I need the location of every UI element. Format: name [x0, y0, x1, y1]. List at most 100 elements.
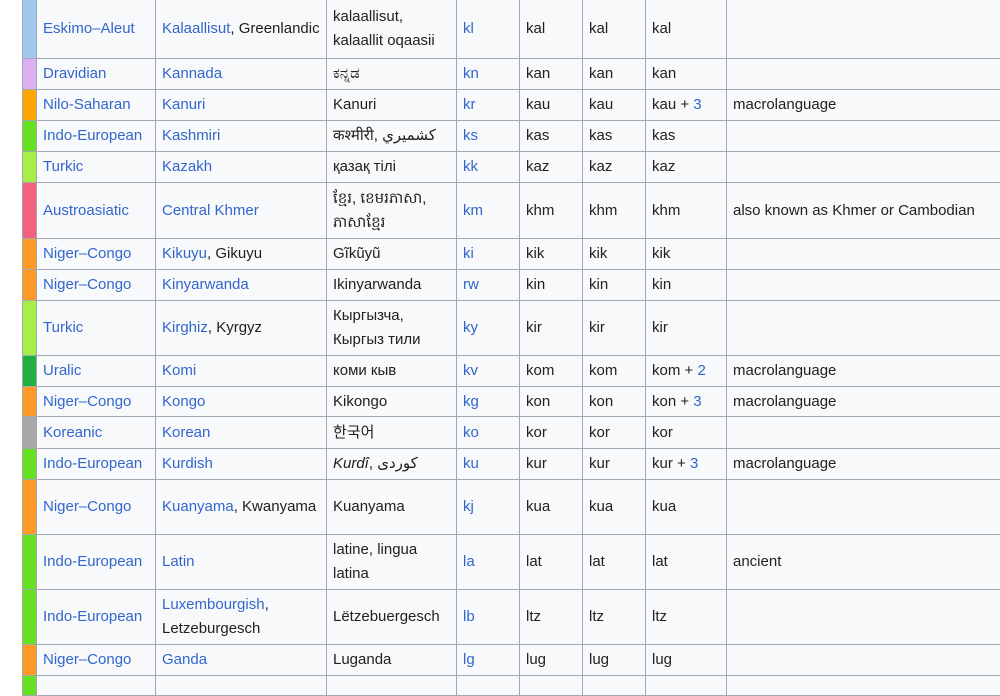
native-name-text: Gĩkũyũ	[333, 245, 381, 262]
language-family-link[interactable]: Indo-European	[43, 553, 142, 570]
iso-639-3-cell: kom + 2	[646, 356, 727, 387]
iso-639-2b-cell: kua	[583, 480, 646, 535]
language-name-link[interactable]: Kirghiz	[162, 319, 208, 336]
language-family-link[interactable]: Niger–Congo	[43, 651, 131, 668]
iso-639-1-code-link[interactable]: lg	[463, 651, 475, 668]
language-name-link[interactable]: Kannada	[162, 65, 222, 82]
iso-639-1-code-link[interactable]: kk	[463, 158, 478, 175]
individual-languages-count-link[interactable]: 3	[690, 455, 698, 472]
iso-639-1-cell: kr	[457, 90, 520, 121]
table-row: Nilo-SaharanKanuriKanurikrkaukaukau + 3m…	[23, 90, 1000, 121]
iso-639-2b-cell: kur	[583, 449, 646, 480]
iso-639-2b-cell	[583, 676, 646, 696]
language-name-cell: Latin	[156, 535, 327, 590]
iso-639-1-code-link[interactable]: kr	[463, 96, 476, 113]
iso-639-2t-cell: kas	[520, 121, 583, 152]
individual-languages-count-link[interactable]: 3	[693, 393, 701, 410]
family-color-swatch	[23, 676, 37, 696]
native-name-text: Lëtzebuergesch	[333, 608, 440, 625]
individual-languages-count-link[interactable]: 3	[693, 96, 701, 113]
iso-639-1-code-link[interactable]: ky	[463, 319, 478, 336]
iso-639-2b-cell: kor	[583, 417, 646, 449]
language-family-link[interactable]: Indo-European	[43, 455, 142, 472]
language-family-link[interactable]: Koreanic	[43, 424, 102, 441]
iso-639-1-code-link[interactable]: kg	[463, 393, 479, 410]
iso-639-2b-cell: kir	[583, 301, 646, 356]
iso-639-1-code-link[interactable]: lb	[463, 608, 475, 625]
iso-639-3-cell: kor	[646, 417, 727, 449]
language-name-link[interactable]: Kanuri	[162, 96, 205, 113]
iso-639-1-code-link[interactable]: kn	[463, 65, 479, 82]
language-family-link[interactable]: Niger–Congo	[43, 498, 131, 515]
language-alt-name: , Kyrgyz	[208, 319, 262, 336]
language-name-link[interactable]: Central Khmer	[162, 202, 259, 219]
individual-languages-count-link[interactable]: 2	[697, 362, 705, 379]
iso-639-3-cell: kur + 3	[646, 449, 727, 480]
iso-639-2b-cell: kon	[583, 387, 646, 417]
language-name-link[interactable]: Latin	[162, 553, 195, 570]
language-name-link[interactable]: Ganda	[162, 651, 207, 668]
language-name-cell: Kongo	[156, 387, 327, 417]
language-name-link[interactable]: Kongo	[162, 393, 205, 410]
table-row: Niger–CongoKuanyama, KwanyamaKuanyamakjk…	[23, 480, 1000, 535]
language-name-link[interactable]: Korean	[162, 424, 210, 441]
native-name-cell: Ikinyarwanda	[327, 270, 457, 301]
language-family-link[interactable]: Austroasiatic	[43, 202, 129, 219]
iso-639-2t-cell: lat	[520, 535, 583, 590]
language-name-cell: Kikuyu, Gikuyu	[156, 239, 327, 270]
notes-cell	[727, 152, 1000, 183]
language-name-link[interactable]: Kikuyu	[162, 245, 207, 262]
iso-639-1-cell: ky	[457, 301, 520, 356]
language-family-link[interactable]: Uralic	[43, 362, 81, 379]
plus-separator: +	[673, 455, 690, 472]
family-color-swatch	[23, 121, 37, 152]
iso-639-table: Eskimo–AleutKalaallisut, Greenlandickala…	[22, 0, 1000, 696]
iso-639-2b-cell: kan	[583, 59, 646, 90]
iso-639-1-code-link[interactable]: rw	[463, 276, 479, 293]
language-name-link[interactable]: Kazakh	[162, 158, 212, 175]
language-name-link[interactable]: Kalaallisut	[162, 20, 230, 37]
iso-639-2b-cell: lug	[583, 645, 646, 676]
iso-639-1-code-link[interactable]: ko	[463, 424, 479, 441]
language-name-link[interactable]: Kurdish	[162, 455, 213, 472]
language-name-link[interactable]: Luxembourgish	[162, 596, 265, 613]
native-name-cell: Luganda	[327, 645, 457, 676]
language-name-link[interactable]: Kuanyama	[162, 498, 234, 515]
language-name-link[interactable]: Komi	[162, 362, 196, 379]
iso-639-3-code: kur	[652, 455, 673, 472]
language-name-link[interactable]: Kashmiri	[162, 127, 220, 144]
family-color-swatch	[23, 417, 37, 449]
language-family-link[interactable]: Niger–Congo	[43, 276, 131, 293]
iso-639-2t-cell: kur	[520, 449, 583, 480]
native-name-text: ខ្មែរ, ខេមរភាសា, ភាសាខ្មែរ	[333, 190, 426, 231]
iso-639-1-code-link[interactable]: kl	[463, 20, 474, 37]
native-name-cell: Kikongo	[327, 387, 457, 417]
iso-639-2b-cell: khm	[583, 183, 646, 239]
iso-639-1-code-link[interactable]: kj	[463, 498, 474, 515]
iso-639-1-code-link[interactable]: km	[463, 202, 483, 219]
iso-639-1-cell: rw	[457, 270, 520, 301]
iso-639-1-code-link[interactable]: kv	[463, 362, 478, 379]
native-name-cell: қазақ тілі	[327, 152, 457, 183]
language-family-link[interactable]: Turkic	[43, 319, 83, 336]
iso-639-3-cell: lug	[646, 645, 727, 676]
iso-639-1-code-link[interactable]: ku	[463, 455, 479, 472]
language-name-link[interactable]: Kinyarwanda	[162, 276, 249, 293]
language-family-link[interactable]: Dravidian	[43, 65, 106, 82]
iso-639-3-code: kau	[652, 96, 676, 113]
iso-639-1-code-link[interactable]: ki	[463, 245, 474, 262]
native-name-text: Ikinyarwanda	[333, 276, 421, 293]
iso-639-1-code-link[interactable]: la	[463, 553, 475, 570]
native-name-text: 한국어	[333, 424, 374, 441]
iso-639-1-cell: ki	[457, 239, 520, 270]
language-family-link[interactable]: Nilo-Saharan	[43, 96, 131, 113]
iso-639-1-code-link[interactable]: ks	[463, 127, 478, 144]
language-family-link[interactable]: Indo-European	[43, 608, 142, 625]
language-family-link[interactable]: Turkic	[43, 158, 83, 175]
language-family-link[interactable]: Eskimo–Aleut	[43, 20, 135, 37]
notes-cell	[727, 301, 1000, 356]
iso-639-3-cell: kaz	[646, 152, 727, 183]
language-family-link[interactable]: Indo-European	[43, 127, 142, 144]
language-family-link[interactable]: Niger–Congo	[43, 393, 131, 410]
language-family-link[interactable]: Niger–Congo	[43, 245, 131, 262]
